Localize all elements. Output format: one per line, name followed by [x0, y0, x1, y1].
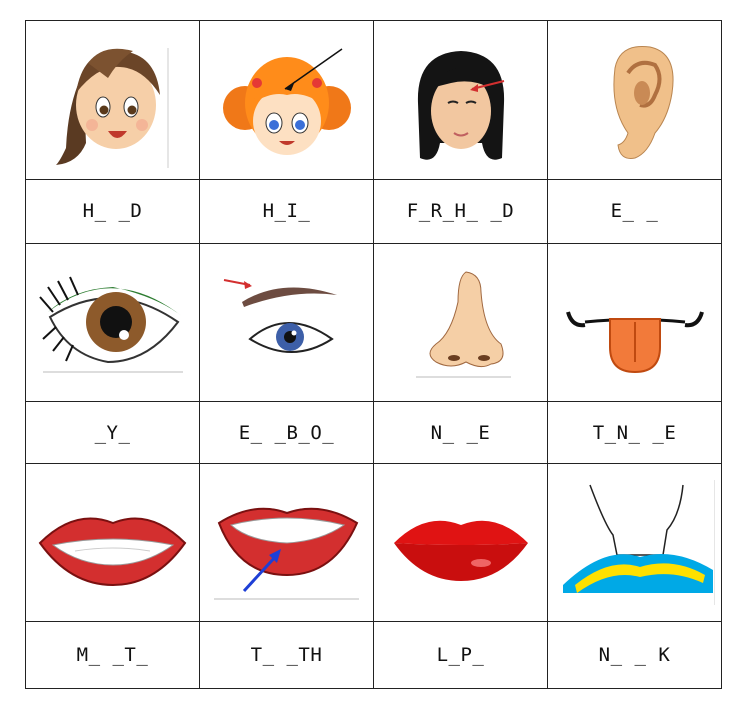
- word-cell: E_ _: [547, 179, 722, 244]
- word-blank: M_ _T_: [76, 644, 149, 667]
- picture-cell: [199, 19, 374, 181]
- picture-cell: [199, 242, 374, 402]
- picture-cell: [373, 19, 548, 181]
- picture-row: [25, 19, 722, 181]
- word-blank: N_ _E: [430, 421, 491, 444]
- word-cell: T_N_ _E: [547, 400, 722, 465]
- word-blank: F_R_H_ _D: [406, 200, 515, 223]
- word-cell: M_ _T_: [25, 621, 200, 689]
- picture-cell: [25, 242, 200, 402]
- picture-row: [25, 463, 722, 623]
- word-row: M_ _T_ T_ _TH L_P_ N_ _ K: [25, 621, 722, 689]
- word-blank: E_ _: [610, 200, 659, 223]
- teeth-icon: [214, 507, 359, 600]
- picture-cell: [547, 463, 722, 623]
- word-cell: E_ _B_O_: [199, 400, 374, 465]
- tongue-icon: [565, 311, 704, 374]
- girl-hair-icon: [222, 47, 351, 155]
- word-cell: H_ _D: [25, 179, 200, 244]
- word-cell: N_ _E: [373, 400, 548, 465]
- word-blank: E_ _B_O_: [238, 421, 335, 444]
- ear-icon: [612, 45, 673, 159]
- eyebrow-icon: [223, 279, 337, 354]
- word-blank: H_ _D: [82, 200, 143, 223]
- picture-cell: [373, 242, 548, 402]
- word-blank: L_P_: [436, 644, 485, 667]
- eye-icon: [38, 276, 183, 373]
- word-blank: H_I_: [262, 200, 311, 223]
- picture-cell: [547, 19, 722, 181]
- word-blank: T_ _TH: [250, 644, 323, 667]
- word-cell: N_ _ K: [547, 621, 722, 689]
- picture-cell: [25, 19, 200, 181]
- word-blank: T_N_ _E: [592, 421, 677, 444]
- picture-cell: [199, 463, 374, 623]
- forehead-icon: [417, 50, 504, 160]
- word-row: H_ _D H_I_ F_R_H_ _D E_ _: [25, 179, 722, 244]
- picture-cell: [25, 463, 200, 623]
- word-cell: H_I_: [199, 179, 374, 244]
- word-row: _Y_ E_ _B_O_ N_ _E T_N_ _E: [25, 400, 722, 465]
- word-cell: F_R_H_ _D: [373, 179, 548, 244]
- body-parts-worksheet: H_ _D H_I_ F_R_H_ _D E_ _ _Y_ E_ _B_O_ N…: [25, 19, 722, 689]
- nose-icon: [415, 271, 511, 378]
- word-cell: T_ _TH: [199, 621, 374, 689]
- picture-row: [25, 242, 722, 402]
- word-cell: L_P_: [373, 621, 548, 689]
- neck-icon: [562, 480, 715, 606]
- picture-cell: [547, 242, 722, 402]
- picture-cell: [373, 463, 548, 623]
- smiling-mouth-icon: [38, 517, 187, 586]
- word-cell: _Y_: [25, 400, 200, 465]
- word-blank: N_ _ K: [598, 644, 671, 667]
- word-blank: _Y_: [94, 421, 131, 444]
- lips-icon: [393, 520, 528, 581]
- girl-head-icon: [55, 47, 168, 168]
